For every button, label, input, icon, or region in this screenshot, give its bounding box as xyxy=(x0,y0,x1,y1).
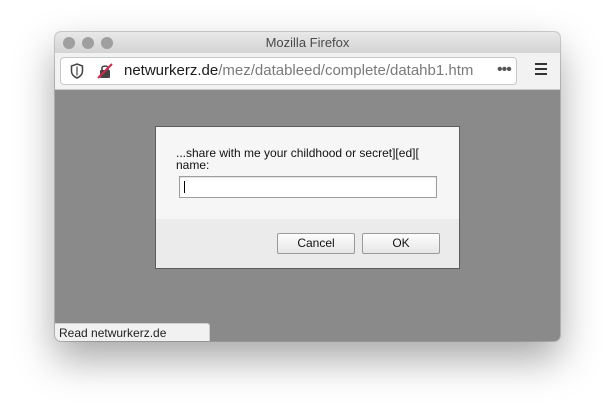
prompt-dialog: ...share with me your childhood or secre… xyxy=(155,126,460,269)
url-text[interactable]: netwurkerz.de/mez/datableed/complete/dat… xyxy=(124,62,473,79)
text-caret xyxy=(184,181,185,193)
prompt-message-line: name: xyxy=(176,158,210,172)
dialog-body: ...share with me your childhood or secre… xyxy=(156,127,459,219)
title-bar: Mozilla Firefox xyxy=(55,32,560,53)
cancel-button[interactable]: Cancel xyxy=(277,233,355,254)
prompt-message: ...share with me your childhood or secre… xyxy=(176,147,446,171)
shield-icon[interactable] xyxy=(70,63,84,79)
insecure-connection-icon[interactable] xyxy=(97,63,113,79)
status-bar: Read netwurkerz.de xyxy=(55,323,210,341)
prompt-text-input[interactable] xyxy=(179,176,437,198)
hamburger-menu-icon[interactable] xyxy=(535,63,547,75)
browser-window: Mozilla Firefox netwurkerz.de/mez/databl… xyxy=(55,32,560,341)
address-bar[interactable]: netwurkerz.de/mez/datableed/complete/dat… xyxy=(60,57,517,85)
page-actions-menu-icon[interactable]: ••• xyxy=(497,61,512,79)
ok-button[interactable]: OK xyxy=(362,233,440,254)
url-domain: netwurkerz.de xyxy=(124,62,219,79)
url-path: /mez/datableed/complete/datahb1.htm xyxy=(218,62,474,79)
navigation-toolbar: netwurkerz.de/mez/datableed/complete/dat… xyxy=(55,53,560,90)
window-title: Mozilla Firefox xyxy=(265,35,350,50)
prompt-message-line: ...share with me your childhood or secre… xyxy=(176,146,419,160)
